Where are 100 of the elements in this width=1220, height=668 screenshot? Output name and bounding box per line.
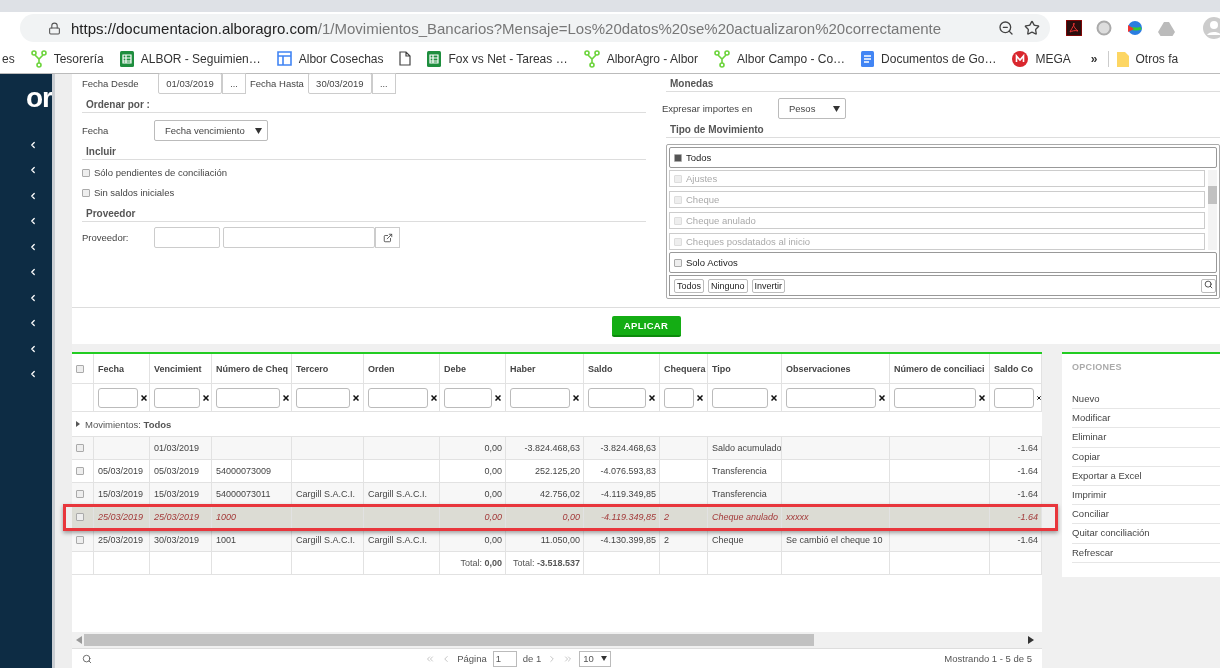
checkbox-option[interactable]: Solo Activos [669, 252, 1217, 273]
table-row[interactable]: 25/03/2019 30/03/2019 1001 Cargill S.A.C.I. Cargill S.A.C.I. 0,00 11.050,00 -4.130.399,85 2 Cheque Se cambió el cheque 10 -1.64 [72, 529, 1042, 552]
option-link[interactable]: Refrescar [1072, 543, 1220, 563]
filter-field[interactable] [894, 387, 976, 408]
bookmark[interactable]: Documentos de Go… [861, 50, 997, 67]
bookmark[interactable]: Fox vs Net - Tareas … [427, 50, 568, 67]
checkbox[interactable] [76, 364, 84, 373]
filter-field[interactable] [444, 387, 492, 408]
filter-field[interactable] [786, 387, 876, 408]
chevron-icon[interactable] [28, 165, 38, 176]
search-button[interactable] [1201, 278, 1216, 293]
expand-icon[interactable] [76, 421, 80, 427]
checkbox[interactable] [76, 467, 84, 475]
option-link[interactable]: Imprimir [1072, 485, 1220, 506]
column-header[interactable]: Vencimient [150, 354, 212, 383]
column-header[interactable]: Debe [440, 354, 506, 383]
checkbox[interactable] [76, 513, 84, 521]
filter-field[interactable] [296, 387, 350, 408]
zoom-out-icon[interactable] [998, 20, 1014, 36]
clear-icon[interactable] [353, 394, 359, 401]
column-header[interactable]: Haber [506, 354, 584, 383]
date-picker-button[interactable]: ... [371, 73, 396, 94]
option-link[interactable]: Modificar [1072, 409, 1220, 429]
clear-icon[interactable] [697, 394, 703, 401]
ring-extension-icon[interactable] [1096, 20, 1112, 36]
checkbox[interactable] [76, 536, 84, 544]
name-field[interactable] [223, 227, 375, 248]
clear-icon[interactable] [495, 394, 501, 401]
clear-icon[interactable] [283, 394, 289, 401]
filter-field[interactable] [712, 387, 768, 408]
table-row[interactable]: 15/03/2019 15/03/2019 54000073011 Cargill S.A.C.I. Cargill S.A.C.I. 0,00 42.756,02 -4.119.349,85 Transferencia -1.64 [72, 483, 1042, 506]
clear-icon[interactable] [141, 394, 147, 401]
column-header[interactable]: Fecha [94, 354, 150, 383]
more-bookmarks-button[interactable]: » [1090, 51, 1098, 66]
column-header[interactable]: Número de Cheq [212, 354, 292, 383]
bookmark[interactable]: Tesorería [30, 49, 104, 68]
option-link[interactable]: Eliminar [1072, 428, 1220, 448]
checkbox[interactable] [76, 490, 84, 498]
checkbox[interactable] [82, 168, 90, 177]
currency-select[interactable]: Pesos [778, 98, 846, 119]
chevron-icon[interactable] [28, 190, 38, 201]
chevron-icon[interactable] [28, 139, 38, 150]
table-row[interactable]: 01/03/2019 0,00 -3.824.468,63 -3.824.468,63 Saldo acumulado -1.64 [72, 437, 1042, 460]
filter-field[interactable] [664, 387, 694, 408]
page-field[interactable]: 1 [492, 650, 517, 667]
column-header[interactable]: Chequera [660, 354, 708, 383]
last-page-icon[interactable] [563, 653, 574, 664]
bookmark[interactable] [399, 51, 412, 66]
column-header[interactable]: Saldo Co [990, 354, 1042, 383]
chevron-icon[interactable] [28, 241, 38, 252]
bookmark[interactable]: AlborAgro - Albor [583, 49, 699, 68]
clear-icon[interactable] [1037, 394, 1041, 401]
chevron-icon[interactable] [28, 318, 38, 329]
globe-extension-icon[interactable] [1126, 20, 1144, 36]
scrollbar[interactable] [1208, 170, 1217, 250]
filter-field[interactable] [368, 387, 428, 408]
star-icon[interactable] [1024, 20, 1040, 36]
clear-icon[interactable] [573, 394, 579, 401]
filter-field[interactable] [154, 387, 200, 408]
checkbox-option[interactable]: Todos [669, 147, 1217, 168]
bookmark[interactable]: Albor Campo - Co… [714, 49, 846, 68]
bookmark[interactable]: es [2, 51, 15, 66]
column-header[interactable]: Orden [364, 354, 440, 383]
select-button[interactable]: Invertir [751, 278, 786, 293]
checkbox[interactable] [674, 153, 682, 162]
checkbox[interactable] [76, 444, 84, 452]
bookmark[interactable]: ALBOR - Seguimien… [119, 50, 261, 67]
drive-icon[interactable] [1158, 20, 1175, 36]
bookmark-folder[interactable]: Otros fa [1107, 50, 1179, 67]
address-bar[interactable]: https://documentacion.alboragro.com/1/Movimientos_Bancarios?Mensaje=Los%20datos%20se%20actualizaron%20correctamente [20, 14, 1050, 42]
select-button[interactable]: Todos [674, 278, 705, 293]
column-header[interactable]: Número de conciliaci [890, 354, 990, 383]
filter-field[interactable] [98, 387, 138, 408]
option-link[interactable]: Copiar [1072, 447, 1220, 467]
chevron-icon[interactable] [28, 369, 38, 380]
clear-icon[interactable] [771, 394, 777, 401]
select-button[interactable]: Ninguno [708, 278, 748, 293]
sort-select[interactable]: Fecha vencimiento [154, 120, 268, 141]
chevron-icon[interactable] [28, 216, 38, 227]
chevron-icon[interactable] [28, 267, 38, 278]
option-link[interactable]: Exportar a Excel [1072, 466, 1220, 486]
column-header[interactable]: Tipo [708, 354, 782, 383]
bookmark[interactable]: MEGA [1012, 50, 1071, 67]
clear-icon[interactable] [979, 394, 985, 401]
date-field[interactable]: 30/03/2019 [307, 73, 372, 94]
date-picker-button[interactable]: ... [222, 73, 246, 94]
first-page-icon[interactable] [425, 653, 436, 664]
table-row[interactable]: 05/03/2019 05/03/2019 54000073009 0,00 252.125,20 -4.076.593,83 Transferencia -1.64 [72, 460, 1042, 483]
checkbox[interactable] [82, 188, 90, 197]
clear-icon[interactable] [431, 394, 437, 401]
option-link[interactable]: Conciliar [1072, 505, 1220, 525]
column-header[interactable]: Observaciones [782, 354, 890, 383]
column-header[interactable]: Saldo [584, 354, 660, 383]
filter-field[interactable] [216, 387, 280, 408]
bookmark[interactable]: Albor Cosechas [276, 51, 384, 66]
filter-field[interactable] [510, 387, 570, 408]
search-icon[interactable] [82, 653, 92, 664]
clear-icon[interactable] [203, 394, 209, 401]
option-link[interactable]: Nuevo [1072, 390, 1220, 410]
checkbox-option[interactable]: Sin saldos iniciales [82, 187, 646, 198]
